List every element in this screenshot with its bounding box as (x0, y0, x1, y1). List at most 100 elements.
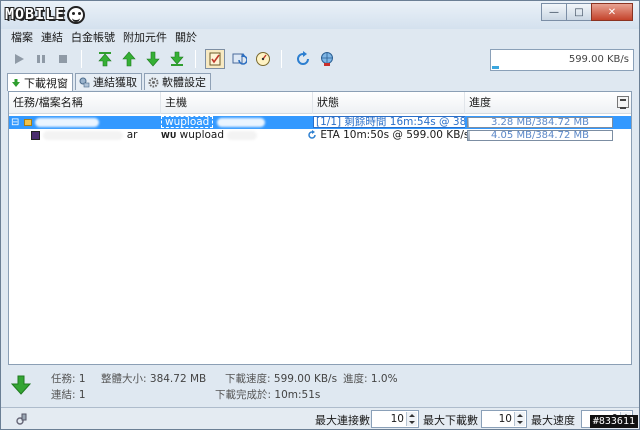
play-icon (15, 54, 24, 64)
network-icon (321, 52, 333, 66)
pause-button[interactable] (31, 49, 51, 69)
mobile01-logo: MOBILE (5, 3, 86, 25)
move-top-icon (98, 52, 112, 67)
column-progress[interactable]: 進度 (465, 92, 613, 114)
tab-link-grabber[interactable]: 連結獲取 (75, 73, 142, 90)
progress-text: 4.05 MB/384.72 MB (491, 130, 589, 141)
menu-about[interactable]: 關於 (171, 30, 201, 46)
stop-icon (59, 55, 67, 63)
column-header: 任務/檔案名稱 主機 狀態 進度 (9, 92, 631, 114)
column-task-name[interactable]: 任務/檔案名稱 (9, 92, 161, 114)
close-icon: ✕ (607, 6, 617, 18)
stat-eta: 下載完成於: 10m:51s (215, 389, 321, 401)
spinner-arrows-icon[interactable] (406, 412, 417, 426)
speed-limit-button[interactable] (253, 49, 273, 69)
move-top-button[interactable] (95, 49, 115, 69)
move-bottom-button[interactable] (167, 49, 187, 69)
menu-file[interactable]: 檔案 (7, 30, 37, 46)
clipboard-monitor-icon (209, 52, 221, 66)
redacted-host-extra (227, 130, 258, 140)
stat-total-size: 整體大小: 384.72 MB (101, 373, 207, 385)
clipboard-monitor-button[interactable] (205, 49, 225, 69)
archive-file-icon (31, 130, 40, 140)
maximize-button[interactable]: □ (566, 3, 592, 21)
max-connections-stepper[interactable]: 10 (371, 410, 419, 428)
move-bottom-icon (170, 51, 184, 66)
maximize-icon: □ (574, 6, 584, 18)
link-grabber-icon (79, 77, 90, 88)
collapse-icon[interactable]: ⊟ (11, 117, 19, 128)
toolbar-separator (281, 50, 282, 68)
menu-links[interactable]: 連結 (37, 30, 67, 46)
refresh-icon (297, 51, 309, 65)
status-text: [1/1] 剩餘時間 16m:54s @ 385.00 K (313, 116, 465, 128)
tab-downloads-label: 下載視窗 (24, 76, 68, 90)
download-list[interactable]: 任務/檔案名稱 主機 狀態 進度 ⊟ wupload [1/1] 剩餘時間 16… (8, 91, 632, 365)
tab-settings[interactable]: 軟體設定 (144, 73, 211, 90)
main-tabs: 下載視窗 連結獲取 軟體設定 (7, 73, 213, 91)
stat-download-speed: 下載速度: 599.00 KB/s (225, 373, 338, 385)
status-text: ETA 10m:50s @ 599.00 KB/s (1/1) (320, 129, 467, 141)
file-name-cell: ar (31, 129, 161, 142)
tab-downloads[interactable]: 下載視窗 (7, 73, 73, 91)
stat-tasks: 任務: 1 (51, 373, 86, 385)
smiley-logo-icon (67, 5, 86, 24)
logo-text: MOBILE (5, 5, 66, 23)
downloading-refresh-icon (308, 130, 316, 139)
move-up-icon (122, 51, 136, 67)
max-speed-label: 最大速度 (531, 414, 575, 427)
move-up-button[interactable] (119, 49, 139, 69)
reconnect-button[interactable] (229, 49, 249, 69)
package-progress-bar: 3.28 MB/384.72 MB (467, 117, 613, 128)
column-chooser-button[interactable] (617, 96, 629, 109)
pause-icon (37, 55, 45, 63)
toolbar-separator (81, 50, 82, 68)
host-name: wupload (179, 129, 225, 141)
menu-addons[interactable]: 附加元件 (119, 30, 171, 46)
window-controls: — □ ✕ (541, 3, 633, 21)
close-button[interactable]: ✕ (591, 3, 633, 21)
package-name-cell: ⊟ (11, 116, 161, 129)
speed-meter: 599.00 KB/s (490, 49, 634, 71)
stop-button[interactable] (53, 49, 73, 69)
start-button[interactable] (9, 49, 29, 69)
redacted-filename (35, 117, 100, 127)
title-bar[interactable]: MOBILE — □ ✕ (1, 1, 639, 29)
redacted-filename (43, 130, 124, 140)
table-row-package[interactable]: ⊟ wupload [1/1] 剩餘時間 16m:54s @ 385.00 K … (9, 116, 631, 129)
status-bar: 最大連接數 10 最大下載數 10 最大速度 0 (1, 407, 639, 429)
wupload-host-icon: WU (161, 131, 177, 140)
download-arrow-icon (11, 375, 31, 395)
host-name: wupload (161, 116, 214, 128)
package-host-cell: wupload (161, 116, 313, 129)
refresh-button[interactable] (293, 49, 313, 69)
table-row-file[interactable]: ar WU wupload ETA 10m:50s @ 599.00 KB/s … (9, 129, 631, 142)
max-downloads-label: 最大下載數 (423, 414, 478, 427)
column-status[interactable]: 狀態 (313, 92, 465, 114)
max-connections-label: 最大連接數 (315, 414, 370, 427)
tab-link-grabber-label: 連結獲取 (93, 76, 137, 89)
max-downloads-stepper[interactable]: 10 (481, 410, 527, 428)
minimize-button[interactable]: — (541, 3, 567, 21)
network-button[interactable] (317, 49, 337, 69)
reconnect-status-icon[interactable] (15, 412, 29, 426)
menu-premium[interactable]: 白金帳號 (67, 30, 119, 46)
reconnect-icon (232, 53, 247, 65)
file-extension: ar (126, 129, 138, 141)
toolbar-separator (195, 50, 196, 68)
file-progress-bar: 4.05 MB/384.72 MB (467, 130, 613, 141)
file-host-cell: WU wupload (161, 129, 313, 142)
speed-meter-bar (492, 66, 500, 69)
minimize-icon: — (549, 6, 559, 18)
move-down-button[interactable] (143, 49, 163, 69)
stat-progress: 進度: 1.0% (343, 373, 398, 385)
speedometer-icon (256, 52, 270, 66)
tab-settings-label: 軟體設定 (162, 76, 206, 89)
file-status-cell: ETA 10m:50s @ 599.00 KB/s (1/1) (307, 129, 467, 142)
progress-text: 3.28 MB/384.72 MB (491, 117, 589, 128)
stat-links: 連結: 1 (51, 389, 86, 401)
package-folder-icon (23, 118, 32, 126)
spinner-arrows-icon[interactable] (514, 412, 525, 426)
download-summary: 任務: 1 連結: 1 整體大小: 384.72 MB 下載速度: 599.00… (1, 367, 639, 407)
column-host[interactable]: 主機 (161, 92, 313, 114)
